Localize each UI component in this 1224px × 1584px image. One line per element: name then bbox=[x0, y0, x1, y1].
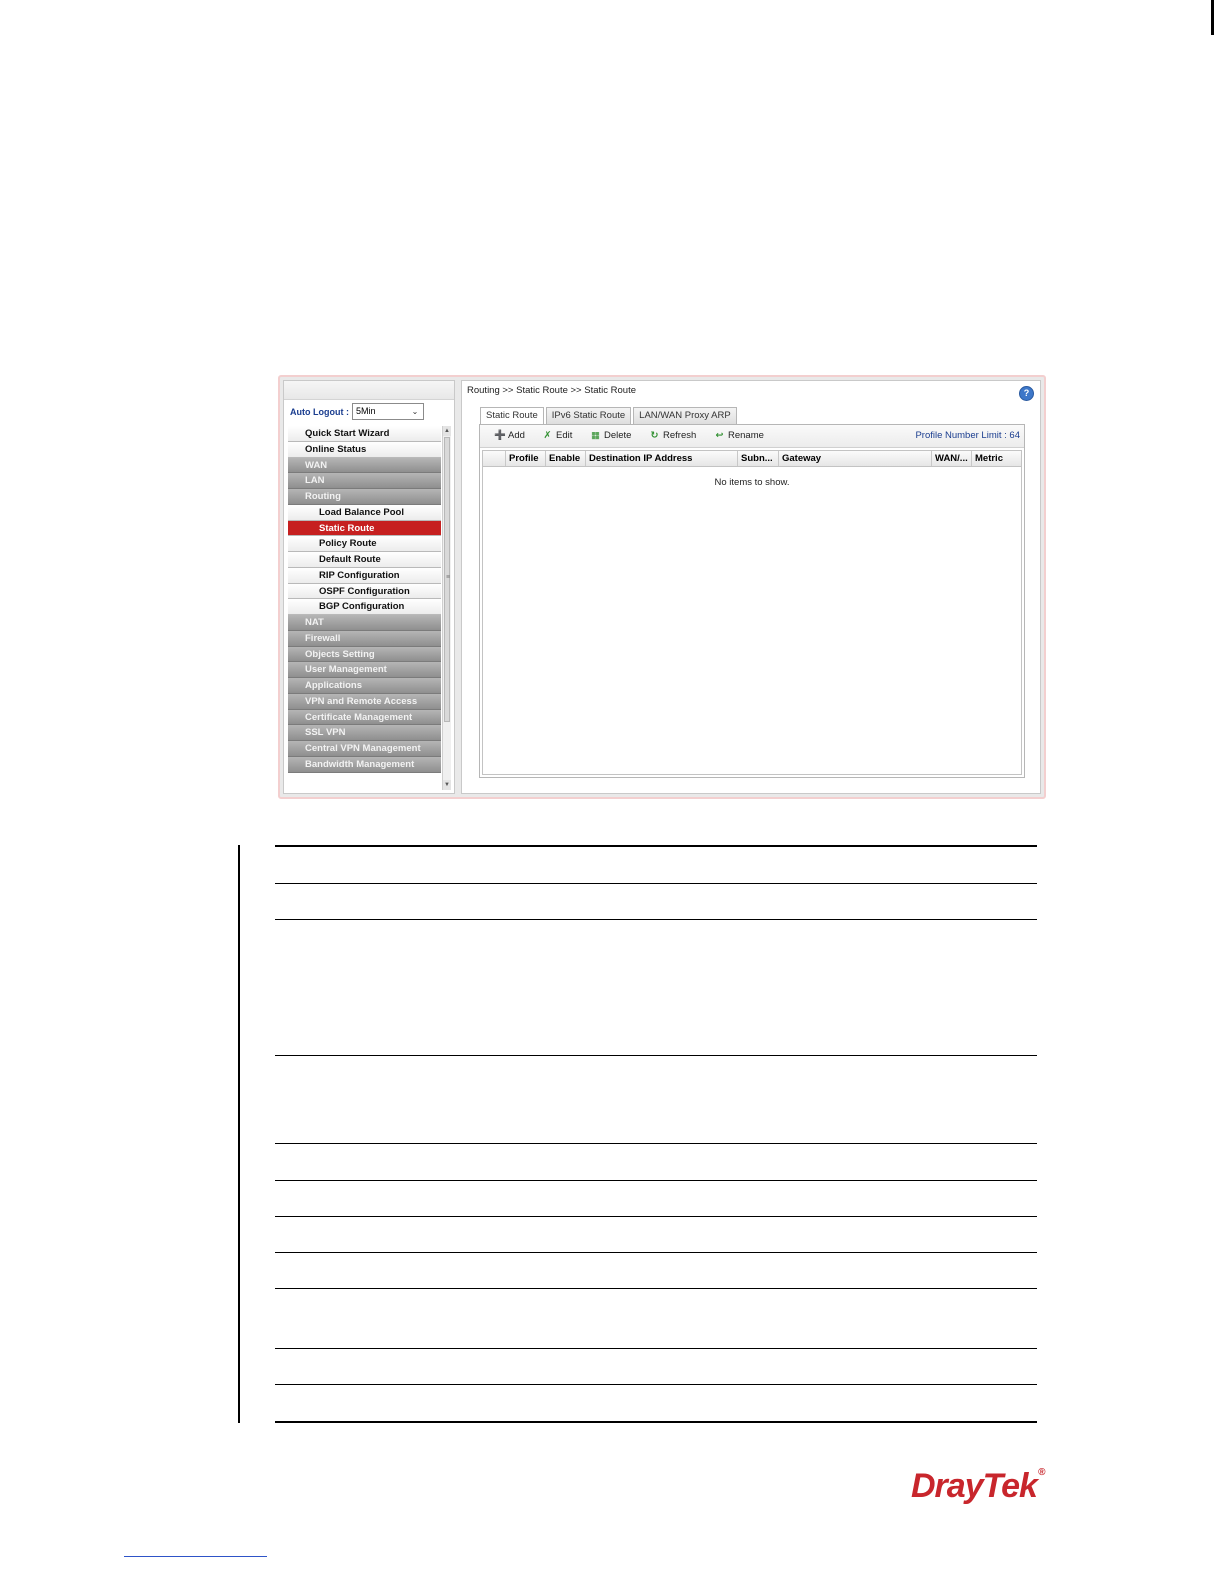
table-row bbox=[275, 845, 1037, 884]
grip-icon: ≡ bbox=[445, 574, 451, 581]
refresh-icon: ↻ bbox=[650, 430, 659, 441]
table-row bbox=[275, 1385, 1037, 1423]
edit-button[interactable]: ✗ Edit bbox=[542, 430, 573, 441]
menu-item-policy-route[interactable]: Policy Route bbox=[288, 536, 441, 552]
refresh-button[interactable]: ↻ Refresh bbox=[649, 430, 697, 441]
scroll-down-arrow-icon[interactable]: ▼ bbox=[443, 780, 451, 790]
tab-lan-wan-proxy-arp[interactable]: LAN/WAN Proxy ARP bbox=[633, 407, 737, 424]
footer-link-underline[interactable] bbox=[124, 1556, 267, 1557]
rename-button[interactable]: ↩ Rename bbox=[714, 430, 764, 441]
trash-icon: ▦ bbox=[591, 430, 600, 441]
tab-bar: Static Route IPv6 Static Route LAN/WAN P… bbox=[480, 407, 739, 425]
table-row bbox=[275, 1056, 1037, 1144]
breadcrumb: Routing >> Static Route >> Static Route bbox=[467, 385, 636, 396]
router-web-ui-screenshot: Auto Logout : 5Min ⌄ Quick Start Wizard … bbox=[278, 375, 1046, 799]
column-wan[interactable]: WAN/... bbox=[931, 451, 971, 466]
menu-group-applications[interactable]: Applications bbox=[288, 678, 441, 694]
sidebar-header bbox=[284, 381, 454, 400]
registered-mark-icon: ® bbox=[1037, 1467, 1045, 1478]
table-header: Profile Enable Destination IP Address Su… bbox=[482, 450, 1022, 467]
table-row bbox=[275, 884, 1037, 920]
edit-icon: ✗ bbox=[543, 430, 552, 441]
add-icon: ➕ bbox=[494, 430, 506, 441]
chevron-down-icon[interactable]: ⌄ bbox=[409, 405, 421, 418]
menu-group-certificate-management[interactable]: Certificate Management bbox=[288, 709, 441, 726]
table-row bbox=[275, 1217, 1037, 1253]
menu-group-wan[interactable]: WAN bbox=[288, 457, 441, 474]
column-profile[interactable]: Profile bbox=[505, 451, 545, 466]
column-destination-ip[interactable]: Destination IP Address bbox=[585, 451, 737, 466]
profile-number-limit: Profile Number Limit : 64 bbox=[915, 430, 1020, 441]
menu-group-nat[interactable]: NAT bbox=[288, 615, 441, 631]
table-row bbox=[275, 920, 1037, 1056]
menu-group-ssl-vpn[interactable]: SSL VPN bbox=[288, 725, 441, 741]
menu-item-quick-start-wizard[interactable]: Quick Start Wizard bbox=[288, 426, 441, 442]
column-metric[interactable]: Metric bbox=[971, 451, 1013, 466]
draytek-logo: DrayTek® bbox=[911, 1467, 1045, 1505]
column-gateway[interactable]: Gateway bbox=[778, 451, 931, 466]
sidebar: Auto Logout : 5Min ⌄ Quick Start Wizard … bbox=[283, 380, 455, 794]
sidebar-scrollbar[interactable]: ▲ ≡ ▼ bbox=[442, 426, 451, 790]
auto-logout-value: 5Min bbox=[356, 406, 376, 416]
scroll-up-arrow-icon[interactable]: ▲ bbox=[443, 426, 451, 436]
static-route-panel: ➕ Add ✗ Edit ▦ Delete ↻ Refresh ↩ Rename Prof… bbox=[479, 424, 1025, 778]
auto-logout-select[interactable]: 5Min ⌄ bbox=[352, 403, 424, 420]
menu-group-vpn-remote-access[interactable]: VPN and Remote Access bbox=[288, 693, 441, 710]
menu-group-lan[interactable]: LAN bbox=[288, 473, 441, 489]
help-icon[interactable]: ? bbox=[1019, 386, 1034, 401]
table-row bbox=[275, 1144, 1037, 1181]
menu-group-central-vpn-management[interactable]: Central VPN Management bbox=[288, 741, 441, 757]
toolbar: ➕ Add ✗ Edit ▦ Delete ↻ Refresh ↩ Rename Prof… bbox=[480, 425, 1024, 448]
menu-item-ospf-configuration[interactable]: OSPF Configuration bbox=[288, 583, 441, 600]
auto-logout-label: Auto Logout : bbox=[290, 407, 349, 417]
column-enable[interactable]: Enable bbox=[545, 451, 585, 466]
table-row bbox=[275, 1289, 1037, 1349]
menu-item-load-balance-pool[interactable]: Load Balance Pool bbox=[288, 504, 441, 521]
route-table-body bbox=[482, 467, 1022, 775]
delete-button[interactable]: ▦ Delete bbox=[590, 430, 631, 441]
menu-group-firewall[interactable]: Firewall bbox=[288, 630, 441, 647]
tab-static-route[interactable]: Static Route bbox=[480, 407, 544, 425]
rename-icon: ↩ bbox=[715, 430, 724, 441]
table-row bbox=[275, 1181, 1037, 1217]
page-edge-rule bbox=[1211, 0, 1214, 35]
menu-item-default-route[interactable]: Default Route bbox=[288, 552, 441, 568]
menu-group-bandwidth-management[interactable]: Bandwidth Management bbox=[288, 756, 441, 773]
menu-group-objects-setting[interactable]: Objects Setting bbox=[288, 646, 441, 663]
table-column-divider bbox=[238, 845, 240, 1423]
table-row bbox=[275, 1349, 1037, 1385]
add-button[interactable]: ➕ Add bbox=[494, 430, 525, 441]
menu-item-static-route[interactable]: Static Route bbox=[288, 520, 441, 537]
tab-ipv6-static-route[interactable]: IPv6 Static Route bbox=[545, 407, 632, 424]
empty-message: No items to show. bbox=[714, 477, 790, 488]
description-table bbox=[275, 845, 1037, 1423]
scrollbar-thumb[interactable]: ≡ bbox=[444, 437, 450, 722]
table-row bbox=[275, 1253, 1037, 1289]
menu-group-routing[interactable]: Routing bbox=[288, 489, 441, 505]
main-content: Routing >> Static Route >> Static Route … bbox=[461, 380, 1041, 794]
menu-item-rip-configuration[interactable]: RIP Configuration bbox=[288, 567, 441, 584]
menu-group-user-management[interactable]: User Management bbox=[288, 662, 441, 678]
sidebar-menu: Quick Start Wizard Online Status WAN LAN… bbox=[288, 426, 441, 773]
menu-item-bgp-configuration[interactable]: BGP Configuration bbox=[288, 599, 441, 615]
column-subnet[interactable]: Subn... bbox=[737, 451, 778, 466]
profile-number-limit-value: 64 bbox=[1009, 430, 1020, 441]
menu-item-online-status[interactable]: Online Status bbox=[288, 441, 441, 458]
